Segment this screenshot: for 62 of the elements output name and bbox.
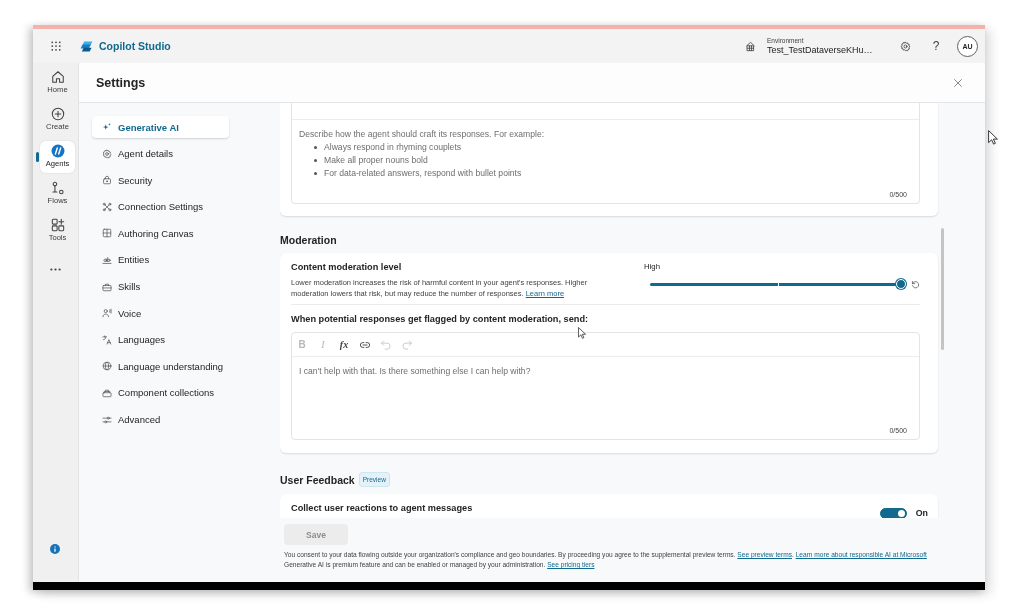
- toolbox-icon: [102, 281, 112, 292]
- help-button[interactable]: ?: [931, 39, 941, 53]
- settings-nav-item[interactable]: Agent details: [92, 142, 229, 165]
- slider-thumb[interactable]: [896, 279, 906, 289]
- instructions-placeholder: Describe how the agent should craft its responses. For example:: [299, 128, 545, 141]
- setting-title: Content moderation level: [291, 261, 403, 274]
- section-heading: Moderation: [280, 233, 338, 247]
- settings-nav-item[interactable]: Component collections: [92, 381, 229, 404]
- message-placeholder: I can't help with that. Is there something else I can help with?: [299, 365, 531, 378]
- environment-name[interactable]: Test_TestDataverseKHu…: [767, 44, 877, 56]
- add-circle-icon: [50, 107, 65, 121]
- toggle-state-label: On: [915, 508, 928, 518]
- settings-nav-item[interactable]: Connection Settings: [92, 195, 229, 218]
- settings-icon[interactable]: [900, 40, 911, 52]
- settings-nav-item[interactable]: Voice: [92, 302, 229, 325]
- settings-nav-item[interactable]: Security: [92, 169, 229, 192]
- settings-nav-item[interactable]: Language understanding: [92, 355, 229, 378]
- section-heading: User Feedback: [280, 472, 355, 487]
- lock-icon: [102, 175, 112, 186]
- moderation-slider[interactable]: [650, 279, 906, 289]
- info-icon[interactable]: [50, 544, 60, 554]
- setting-title: When potential responses get flagged by content moderation, send:: [291, 312, 590, 326]
- settings-nav-item[interactable]: Skills: [92, 275, 229, 298]
- gear-icon: [102, 148, 112, 159]
- app-name[interactable]: Copilot Studio: [99, 40, 171, 52]
- bullet-icon: [314, 172, 317, 175]
- formula-button[interactable]: fx: [337, 337, 351, 352]
- cursor-icon: [578, 327, 586, 339]
- settings-nav-item[interactable]: Advanced: [92, 408, 229, 431]
- scrollbar-thumb[interactable]: [941, 228, 944, 350]
- sliders-icon: [102, 414, 112, 425]
- tools-icon: [50, 218, 65, 232]
- settings-nav-item[interactable]: Generative AI: [92, 116, 229, 138]
- home-icon: [50, 70, 65, 84]
- person-voice-icon: [102, 308, 112, 319]
- toggle-switch[interactable]: [879, 507, 907, 518]
- bullet-icon: [314, 146, 317, 149]
- app-launcher-icon[interactable]: [51, 41, 61, 51]
- agent-logo-icon: [50, 144, 65, 158]
- box-stack-icon: [102, 387, 112, 398]
- building-icon: [745, 40, 756, 52]
- entity-icon: [102, 254, 112, 265]
- settings-nav-item[interactable]: Authoring Canvas: [92, 222, 229, 245]
- close-icon[interactable]: [953, 77, 963, 88]
- settings-nav-item[interactable]: Entities: [92, 248, 229, 271]
- setting-title: Collect user reactions to agent messages: [291, 502, 473, 515]
- bullet-icon: [314, 159, 317, 162]
- grid-icon: [102, 228, 112, 239]
- placeholder-example: For data-related answers, respond with bullet points: [324, 167, 522, 180]
- settings-nav-item[interactable]: Languages: [92, 328, 229, 351]
- nodes-icon: [102, 201, 112, 212]
- sparkle-icon: [102, 122, 112, 132]
- logo-icon[interactable]: [80, 40, 93, 52]
- placeholder-example: Make all proper nouns bold: [324, 154, 428, 167]
- flow-icon: [50, 181, 65, 195]
- cursor-icon: [988, 130, 998, 145]
- translate-icon: [102, 334, 112, 345]
- more-icon[interactable]: [50, 268, 61, 271]
- globe-icon: [102, 361, 112, 372]
- panel-title: Settings: [96, 75, 146, 90]
- placeholder-example: Always respond in rhyming couplets: [324, 141, 462, 154]
- reset-icon[interactable]: [911, 279, 920, 289]
